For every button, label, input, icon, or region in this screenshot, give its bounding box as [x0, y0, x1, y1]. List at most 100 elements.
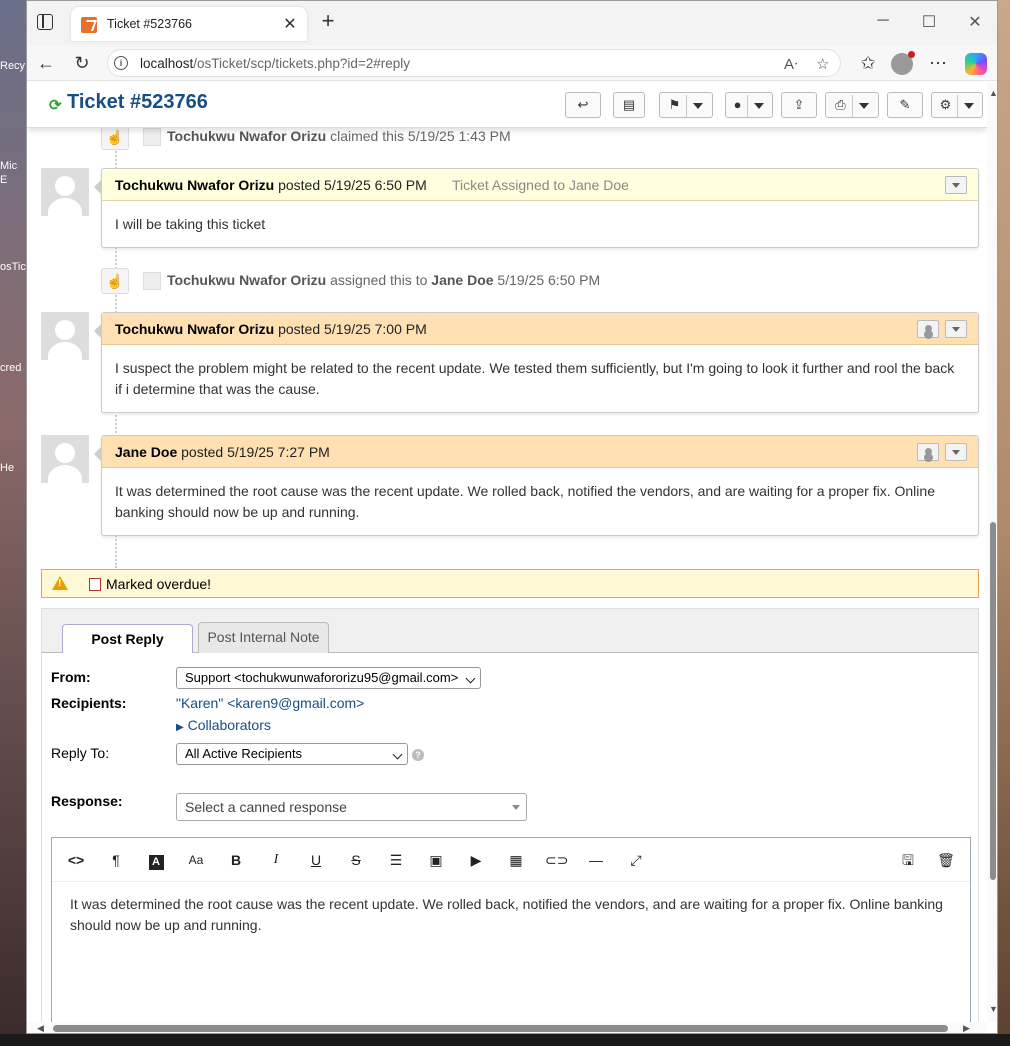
- scroll-up-icon[interactable]: ▲: [989, 88, 997, 98]
- osticket-favicon-icon: [81, 17, 97, 33]
- url-text: localhost/osTicket/scp/tickets.php?id=2#…: [140, 56, 410, 71]
- font-size-icon[interactable]: Aa: [185, 850, 207, 870]
- close-tab-icon[interactable]: ✕: [281, 14, 299, 34]
- scroll-left-icon[interactable]: ◀: [37, 1023, 44, 1033]
- vertical-scroll-thumb[interactable]: [990, 522, 996, 880]
- entry-body: I will be taking this ticket: [115, 216, 266, 232]
- reply-button[interactable]: ↩: [565, 92, 601, 118]
- desktop-icon-label[interactable]: E: [0, 174, 26, 186]
- user-icon: ●: [733, 97, 742, 112]
- bold-icon[interactable]: B: [225, 850, 247, 870]
- horizontal-scrollbar[interactable]: ◀ ▶: [27, 1022, 987, 1033]
- strikethrough-icon[interactable]: S: [345, 850, 367, 870]
- ticket-header: ⟳ Ticket #523766 ↩ ▤ ⚑ ● ⇪ ⎙ ✎ ⚙: [27, 82, 987, 128]
- browser-tab[interactable]: Ticket #523766 ✕: [71, 7, 307, 41]
- flag-dropdown-button[interactable]: ⚑: [659, 92, 713, 118]
- video-icon[interactable]: ▶: [465, 850, 487, 870]
- entry-user-button[interactable]: [917, 320, 939, 338]
- scroll-down-icon[interactable]: ▼: [989, 1004, 997, 1014]
- help-icon[interactable]: ?: [412, 749, 424, 761]
- desktop-background-right: [998, 0, 1010, 1046]
- close-window-icon[interactable]: ✕: [965, 12, 985, 32]
- avatar: [41, 312, 89, 360]
- assign-dropdown-button[interactable]: ●: [725, 92, 773, 118]
- settings-dropdown-button[interactable]: ⚙: [931, 92, 983, 118]
- tab-bar: Ticket #523766 ✕ + ─ ☐ ✕: [27, 1, 997, 45]
- from-select[interactable]: Support <tochukwunwafororizu95@gmail.com…: [176, 667, 481, 689]
- address-bar-row: ← ↻ i localhost/osTicket/scp/tickets.php…: [27, 45, 997, 81]
- response-label: Response:: [51, 793, 123, 809]
- site-info-icon[interactable]: i: [114, 56, 128, 70]
- link-icon[interactable]: ⊂⊃: [545, 850, 568, 870]
- event-text: Tochukwu Nwafor Orizu claimed this 5/19/…: [167, 128, 511, 144]
- favorite-star-icon[interactable]: ☆: [816, 55, 829, 73]
- sidebar-toggle-icon[interactable]: [37, 14, 53, 30]
- desktop-icon-label[interactable]: He: [0, 462, 26, 474]
- tab-post-reply[interactable]: Post Reply: [62, 624, 193, 654]
- reply-to-select[interactable]: All Active Recipients: [176, 743, 408, 765]
- document-icon: ▤: [622, 97, 636, 112]
- fullscreen-icon[interactable]: ⤢: [625, 850, 647, 870]
- collaborators-toggle[interactable]: ▶ Collaborators: [176, 717, 271, 733]
- entry-options-button[interactable]: [945, 443, 967, 461]
- calendar-icon: [89, 578, 101, 591]
- reply-icon: ↩: [577, 97, 589, 112]
- more-options-icon[interactable]: ⋯: [927, 53, 949, 73]
- list-icon[interactable]: ☰: [385, 850, 407, 870]
- horizontal-rule-icon[interactable]: —: [585, 850, 607, 870]
- recipients-label: Recipients:: [51, 695, 127, 711]
- chevron-down-icon: [964, 102, 975, 109]
- editor-content[interactable]: It was determined the root cause was the…: [70, 894, 952, 936]
- canned-response-select[interactable]: Select a canned response: [176, 793, 527, 821]
- editor-toolbar: <> ¶ A Aa B I U S ☰ ▣ ▶ ▦ ⊂⊃ — ⤢ 🖫 🗑: [52, 838, 970, 882]
- print-dropdown-button[interactable]: ⎙: [825, 92, 879, 118]
- reload-icon[interactable]: ↻: [71, 53, 93, 73]
- event-text: Tochukwu Nwafor Orizu assigned this to J…: [167, 272, 601, 288]
- desktop-icon-label[interactable]: Recy: [0, 60, 26, 72]
- entry-author-line: Tochukwu Nwafor Orizu posted 5/19/25 7:0…: [115, 321, 427, 337]
- back-icon[interactable]: ←: [35, 53, 57, 73]
- code-view-icon[interactable]: <>: [65, 850, 87, 870]
- entry-title: Ticket Assigned to Jane Doe: [452, 177, 629, 193]
- copilot-icon[interactable]: [965, 53, 987, 75]
- address-bar[interactable]: i localhost/osTicket/scp/tickets.php?id=…: [107, 49, 841, 77]
- thread-entry: Tochukwu Nwafor Orizu posted 5/19/25 6:5…: [94, 168, 979, 248]
- minimize-icon[interactable]: ─: [873, 12, 893, 30]
- trash-icon[interactable]: 🗑: [935, 850, 957, 870]
- maximize-icon[interactable]: ☐: [919, 12, 939, 32]
- entry-options-button[interactable]: [945, 176, 967, 194]
- desktop-icon-label[interactable]: osTic: [0, 261, 26, 273]
- desktop-icon-label[interactable]: Mic: [0, 160, 26, 172]
- profile-avatar-icon[interactable]: [891, 51, 915, 75]
- desktop-icon-label[interactable]: cred: [0, 362, 26, 374]
- horizontal-scroll-thumb[interactable]: [53, 1025, 948, 1032]
- paragraph-icon[interactable]: ¶: [105, 850, 127, 870]
- transfer-button[interactable]: ⇪: [781, 92, 817, 118]
- edit-ticket-button[interactable]: ▤: [613, 92, 645, 118]
- vertical-scrollbar[interactable]: ▲ ▼: [987, 82, 997, 1022]
- text-color-icon[interactable]: A: [145, 850, 167, 870]
- chevron-down-icon: [858, 102, 869, 109]
- edit-button[interactable]: ✎: [887, 92, 923, 118]
- scroll-right-icon[interactable]: ▶: [963, 1023, 970, 1033]
- table-icon[interactable]: ▦: [505, 850, 527, 870]
- refresh-icon[interactable]: ⟳: [49, 96, 62, 114]
- image-icon[interactable]: ▣: [425, 850, 447, 870]
- read-aloud-icon[interactable]: Aᐧ: [784, 55, 798, 73]
- italic-icon[interactable]: I: [265, 850, 287, 870]
- tab-post-internal-note[interactable]: Post Internal Note: [198, 622, 329, 653]
- save-draft-icon[interactable]: 🖫: [897, 850, 919, 870]
- new-tab-icon[interactable]: +: [317, 10, 339, 32]
- recipients-link[interactable]: "Karen" <karen9@gmail.com>: [176, 695, 364, 711]
- ticket-title[interactable]: Ticket #523766: [67, 91, 208, 114]
- avatar: [41, 168, 89, 216]
- flag-icon: ⚑: [668, 97, 681, 112]
- url-path: /osTicket/scp/tickets.php?id=2#reply: [193, 56, 411, 71]
- reply-editor: <> ¶ A Aa B I U S ☰ ▣ ▶ ▦ ⊂⊃ — ⤢ 🖫 🗑 It …: [51, 837, 971, 1022]
- underline-icon[interactable]: U: [305, 850, 327, 870]
- entry-options-button[interactable]: [945, 320, 967, 338]
- reply-to-label: Reply To:: [51, 745, 110, 761]
- favorites-icon[interactable]: ✩: [857, 53, 879, 73]
- entry-user-button[interactable]: [917, 443, 939, 461]
- entry-author-line: Tochukwu Nwafor Orizu posted 5/19/25 6:5…: [115, 177, 427, 193]
